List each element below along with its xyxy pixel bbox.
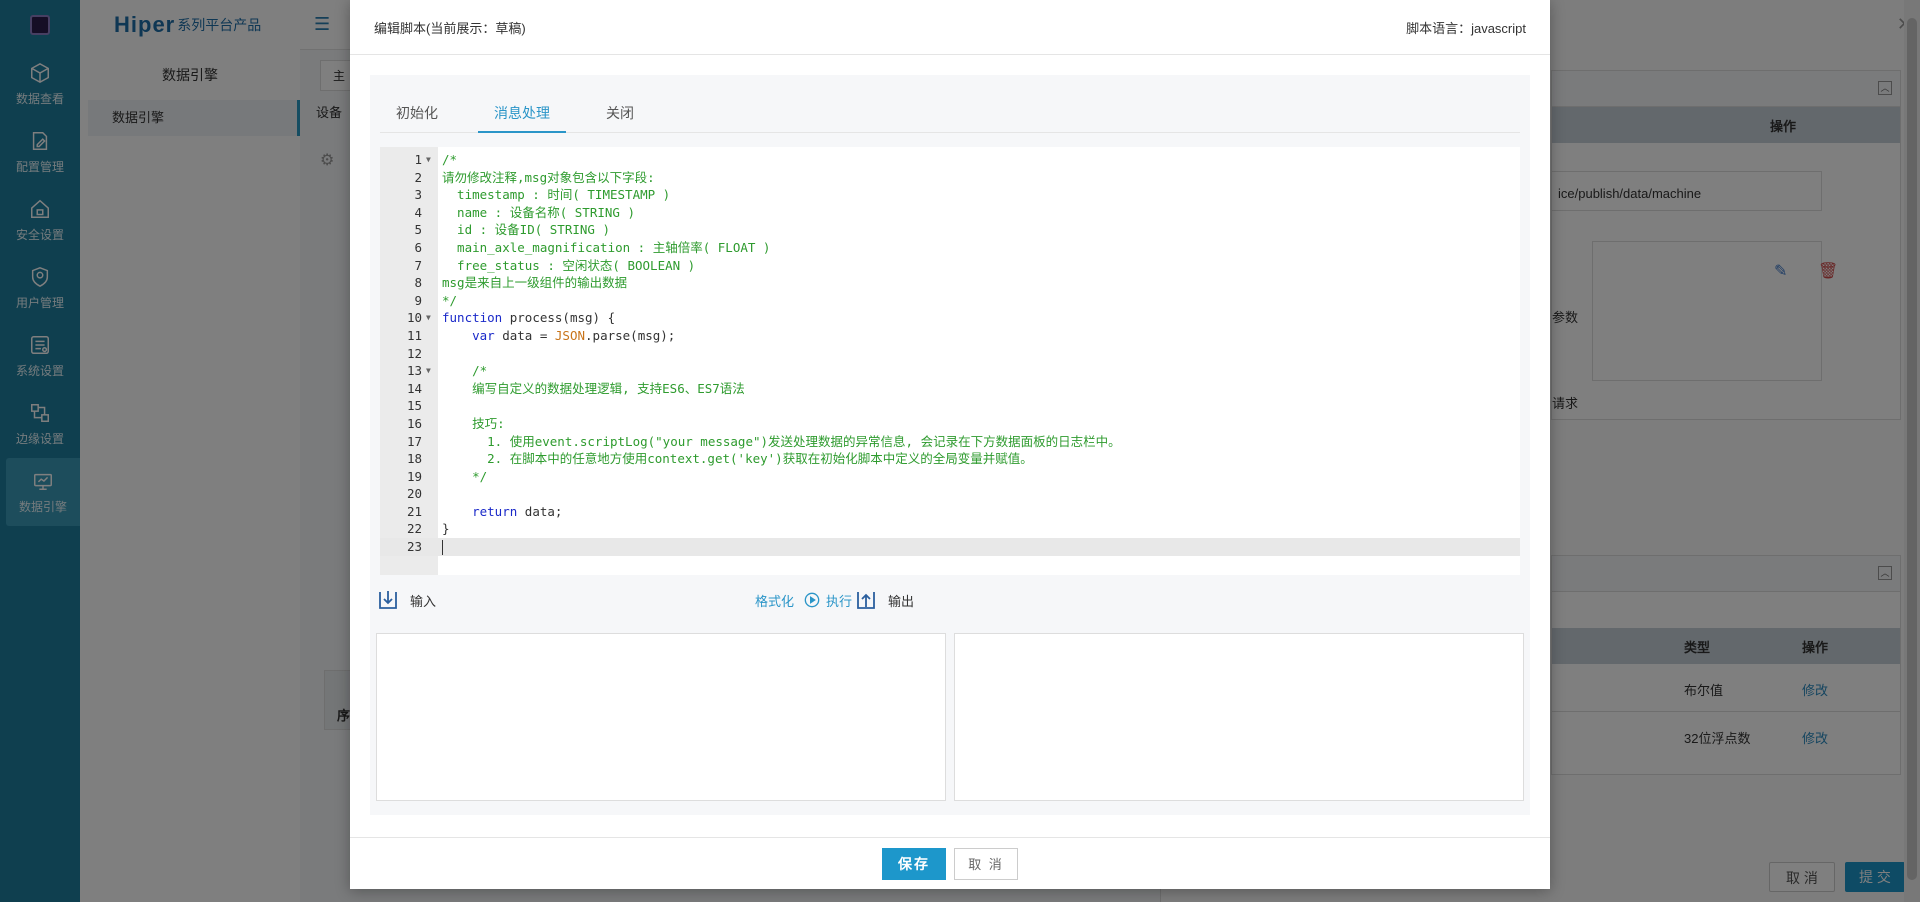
code-line: 9 */ bbox=[380, 292, 1520, 310]
code-line: 17 1. 使用event.scriptLog("your message")发… bbox=[380, 433, 1520, 451]
code-text: timestamp : 时间( TIMESTAMP ) bbox=[442, 187, 671, 203]
script-tabs: 初始化 消息处理 关闭 bbox=[380, 93, 1520, 133]
code-text: function process(msg) { bbox=[442, 310, 616, 326]
line-number: 18 bbox=[406, 451, 422, 467]
code-text: main_axle_magnification : 主轴倍率( FLOAT ) bbox=[442, 239, 771, 255]
code-line: 18 2. 在脚本中的任意地方使用context.get('key')获取在初始… bbox=[380, 450, 1520, 468]
code-text: 1. 使用event.scriptLog("your message")发送处理… bbox=[442, 433, 1121, 449]
line-number: 21 bbox=[406, 503, 422, 519]
tab-close[interactable]: 关闭 bbox=[590, 93, 650, 133]
code-line: 19 */ bbox=[380, 468, 1520, 486]
code-line: 14 编写自定义的数据处理逻辑, 支持ES6、ES7语法 bbox=[380, 380, 1520, 398]
line-number: 19 bbox=[406, 468, 422, 484]
modal-footer: 保存 取 消 bbox=[350, 837, 1550, 889]
save-button[interactable]: 保存 bbox=[882, 847, 946, 880]
line-number: 11 bbox=[406, 327, 422, 343]
line-number: 6 bbox=[414, 239, 422, 255]
modal-body: 初始化 消息处理 关闭 1 ▼/* 2 请勿修改注释,msg对象包含以下字段: 3 ti… bbox=[370, 75, 1530, 815]
modal-header: 编辑脚本(当前展示：草稿) 脚本语言：javascript bbox=[350, 0, 1550, 55]
fold-arrow-icon[interactable]: ▼ bbox=[426, 362, 431, 380]
line-number: 15 bbox=[406, 398, 422, 414]
code-line: 3 timestamp : 时间( TIMESTAMP ) bbox=[380, 186, 1520, 204]
line-number: 14 bbox=[406, 380, 422, 396]
code-text: 2. 在脚本中的任意地方使用context.get('key')获取在初始化脚本… bbox=[442, 451, 1033, 467]
line-number: 20 bbox=[406, 486, 422, 502]
code-line: 8 msg是来自上一级组件的输出数据 bbox=[380, 274, 1520, 292]
code-line: 21 return data; bbox=[380, 503, 1520, 521]
code-text: return data; bbox=[472, 503, 563, 519]
line-number: 16 bbox=[406, 415, 422, 431]
code-text: name : 设备名称( STRING ) bbox=[442, 204, 635, 220]
code-line: 16 技巧: bbox=[380, 415, 1520, 433]
code-text: */ bbox=[442, 468, 488, 484]
modal-title: 编辑脚本(当前展示：草稿) bbox=[374, 20, 526, 36]
code-text: 技巧: bbox=[442, 415, 505, 431]
code-text bbox=[442, 538, 443, 556]
line-number: 10 bbox=[406, 310, 422, 326]
input-label: 输入 bbox=[410, 593, 437, 609]
line-number: 13 bbox=[406, 363, 422, 379]
run-button[interactable]: 执行 bbox=[804, 591, 852, 610]
line-number: 22 bbox=[406, 521, 422, 537]
code-line: 1 ▼ /* bbox=[380, 151, 1520, 169]
edit-script-modal: 编辑脚本(当前展示：草稿) 脚本语言：javascript 初始化 消息处理 关… bbox=[350, 0, 1550, 889]
code-text: free_status : 空闲状态( BOOLEAN ) bbox=[442, 257, 696, 273]
line-number: 7 bbox=[414, 257, 422, 273]
code-line: 10 ▼ function process(msg) { bbox=[380, 309, 1520, 327]
code-line: 11 var data = JSON.parse(msg); bbox=[380, 327, 1520, 345]
output-header: 输出 bbox=[854, 588, 914, 612]
code-line: 4 name : 设备名称( STRING ) bbox=[380, 204, 1520, 222]
text-cursor bbox=[442, 540, 443, 556]
upload-arrow-icon bbox=[857, 592, 875, 609]
download-arrow-icon bbox=[379, 591, 397, 609]
fold-arrow-icon[interactable]: ▼ bbox=[426, 151, 431, 169]
line-number: 3 bbox=[414, 187, 422, 203]
code-text: msg是来自上一级组件的输出数据 bbox=[442, 275, 628, 291]
io-toolbar: 输入 格式化 执行 输出 bbox=[370, 580, 1530, 620]
code-line: 2 请勿修改注释,msg对象包含以下字段: bbox=[380, 169, 1520, 187]
code-line: 20 bbox=[380, 485, 1520, 503]
line-number: 9 bbox=[414, 292, 422, 308]
code-line: 22} bbox=[380, 520, 1520, 538]
line-number: 1 bbox=[414, 152, 422, 167]
code-line: 13 ▼ /* bbox=[380, 362, 1520, 380]
script-language: 脚本语言：javascript bbox=[1406, 20, 1526, 36]
code-line: 23 bbox=[380, 538, 1520, 556]
cancel-button[interactable]: 取 消 bbox=[954, 847, 1018, 880]
code-text: } bbox=[442, 521, 450, 537]
output-textarea[interactable] bbox=[954, 633, 1524, 801]
input-textarea[interactable] bbox=[376, 633, 946, 801]
line-number: 4 bbox=[414, 204, 422, 220]
input-header: 输入 bbox=[376, 588, 436, 612]
code-text: 请勿修改注释,msg对象包含以下字段: bbox=[442, 169, 655, 185]
code-text: var data = JSON.parse(msg); bbox=[472, 327, 676, 343]
tab-message-process[interactable]: 消息处理 bbox=[478, 93, 566, 133]
play-circle-icon bbox=[804, 592, 820, 608]
code-editor[interactable]: 1 ▼/* 2 请勿修改注释,msg对象包含以下字段: 3 timestamp : 时间… bbox=[380, 147, 1520, 575]
line-number: 17 bbox=[406, 433, 422, 449]
code-text: 编写自定义的数据处理逻辑, 支持ES6、ES7语法 bbox=[442, 380, 745, 396]
code-text: */ bbox=[442, 292, 458, 308]
line-number: 12 bbox=[406, 345, 422, 361]
line-number: 2 bbox=[414, 169, 422, 185]
line-number: 8 bbox=[414, 275, 422, 291]
format-button[interactable]: 格式化 bbox=[755, 591, 794, 610]
line-number: 5 bbox=[414, 222, 422, 238]
code-line: 5 id : 设备ID( STRING ) bbox=[380, 221, 1520, 239]
code-text: /* bbox=[442, 363, 488, 379]
code-text: id : 设备ID( STRING ) bbox=[442, 222, 610, 238]
fold-arrow-icon[interactable]: ▼ bbox=[426, 309, 431, 327]
code-line: 12 bbox=[380, 345, 1520, 363]
tab-init[interactable]: 初始化 bbox=[380, 93, 454, 133]
line-number: 23 bbox=[406, 539, 422, 555]
code-line: 7 free_status : 空闲状态( BOOLEAN ) bbox=[380, 257, 1520, 275]
code-text: /* bbox=[442, 152, 458, 167]
code-line: 15 bbox=[380, 397, 1520, 415]
code-line: 6 main_axle_magnification : 主轴倍率( FLOAT … bbox=[380, 239, 1520, 257]
code-lines: 1 ▼/* 2 请勿修改注释,msg对象包含以下字段: 3 timestamp : 时间… bbox=[380, 151, 1520, 556]
output-label: 输出 bbox=[888, 593, 915, 609]
